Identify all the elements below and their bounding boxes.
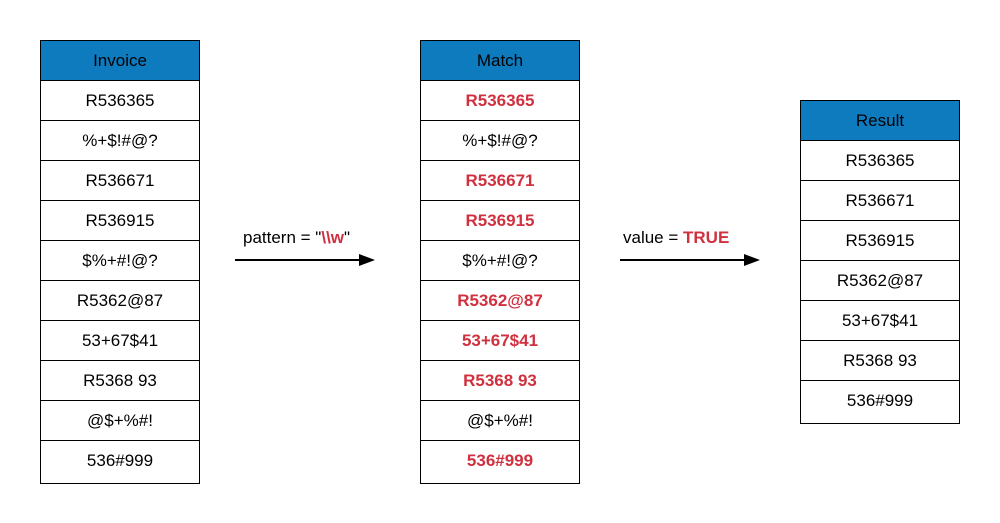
pattern-label: pattern = "\\w" bbox=[243, 228, 350, 248]
result-row: 536#999 bbox=[846, 391, 914, 410]
match-row: R5362@87 bbox=[421, 281, 579, 321]
match-row: R536915 bbox=[421, 201, 579, 241]
match-row: 536#999 bbox=[466, 451, 534, 470]
match-row: R5368 93 bbox=[421, 361, 579, 401]
invoice-table: Invoice R536365 %+$!#@? R536671 R536915 $%+#… bbox=[40, 40, 200, 484]
invoice-row: 536#999 bbox=[86, 451, 154, 470]
value-label-prefix: value = bbox=[623, 228, 684, 247]
value-label: value = TRUE bbox=[623, 228, 729, 248]
pattern-label-prefix: pattern = " bbox=[243, 228, 322, 247]
invoice-row: R536365 bbox=[41, 81, 199, 121]
value-value: TRUE bbox=[683, 228, 730, 247]
match-table: Match R536365 %+$!#@? R536671 R536915 $%+#!@… bbox=[420, 40, 580, 484]
invoice-table-header: Invoice bbox=[41, 41, 199, 81]
match-row: @$+%#! bbox=[421, 401, 579, 441]
invoice-row: R5368 93 bbox=[41, 361, 199, 401]
arrow-invoice-to-match bbox=[235, 254, 375, 266]
match-row: $%+#!@? bbox=[421, 241, 579, 281]
arrow-head-icon bbox=[359, 254, 375, 266]
invoice-row: %+$!#@? bbox=[41, 121, 199, 161]
invoice-row: R536671 bbox=[41, 161, 199, 201]
invoice-row: $%+#!@? bbox=[41, 241, 199, 281]
pattern-value: \\w bbox=[321, 228, 345, 247]
result-row: 53+67$41 bbox=[801, 301, 959, 341]
invoice-row: @$+%#! bbox=[41, 401, 199, 441]
result-row: R536915 bbox=[801, 221, 959, 261]
match-table-header: Match bbox=[421, 41, 579, 81]
arrow-match-to-result bbox=[620, 254, 760, 266]
match-row: R536671 bbox=[421, 161, 579, 201]
arrow-head-icon bbox=[744, 254, 760, 266]
invoice-row: R536915 bbox=[41, 201, 199, 241]
match-row: %+$!#@? bbox=[421, 121, 579, 161]
result-row: R5362@87 bbox=[801, 261, 959, 301]
result-table: Result R536365 R536671 R536915 R5362@87 53+6… bbox=[800, 100, 960, 424]
invoice-row: 53+67$41 bbox=[41, 321, 199, 361]
invoice-row: R5362@87 bbox=[41, 281, 199, 321]
result-row: R5368 93 bbox=[801, 341, 959, 381]
match-row: 53+67$41 bbox=[421, 321, 579, 361]
pattern-label-suffix: " bbox=[344, 228, 351, 247]
result-row: R536671 bbox=[801, 181, 959, 221]
match-row: R536365 bbox=[421, 81, 579, 121]
result-row: R536365 bbox=[801, 141, 959, 181]
result-table-header: Result bbox=[801, 101, 959, 141]
